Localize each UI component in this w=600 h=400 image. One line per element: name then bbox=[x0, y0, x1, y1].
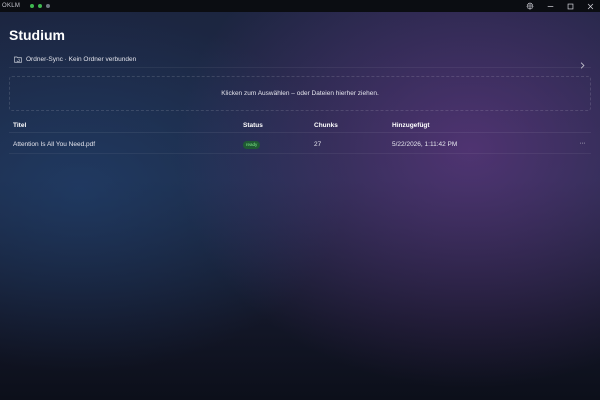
status-cell: ready bbox=[243, 141, 261, 149]
close-icon bbox=[587, 3, 593, 9]
minimize-button[interactable] bbox=[540, 0, 560, 12]
folder-sync-row[interactable]: Ordner-Sync · Kein Ordner verbunden bbox=[9, 52, 591, 69]
minimize-icon bbox=[547, 5, 553, 7]
document-title: Attention Is All You Need.pdf bbox=[13, 141, 96, 148]
maximize-icon bbox=[567, 3, 573, 9]
title-bar: OKLM bbox=[0, 0, 600, 12]
settings-button[interactable] bbox=[520, 0, 540, 12]
table-header: Titel Status Chunks Hinzugefügt bbox=[9, 119, 591, 133]
dropzone-label: Klicken zum Auswählen – oder Dateien hie… bbox=[221, 90, 379, 97]
status-dot-1 bbox=[30, 4, 35, 8]
maximize-button[interactable] bbox=[560, 0, 580, 12]
column-header-added[interactable]: Hinzugefügt bbox=[392, 122, 430, 129]
app-name: OKLM bbox=[2, 3, 21, 9]
status-dot-3 bbox=[46, 4, 51, 8]
table-row[interactable]: Attention Is All You Need.pdf ready 27 5… bbox=[9, 137, 591, 154]
chevron-right-icon bbox=[580, 56, 585, 74]
file-dropzone[interactable]: Klicken zum Auswählen – oder Dateien hie… bbox=[9, 76, 591, 111]
column-header-chunks[interactable]: Chunks bbox=[314, 122, 338, 129]
window-status-dots bbox=[30, 4, 51, 8]
window-controls bbox=[520, 0, 600, 12]
more-icon[interactable]: ··· bbox=[580, 140, 586, 147]
status-dot-2 bbox=[38, 4, 43, 8]
folder-sync-label: Ordner-Sync · Kein Ordner verbunden bbox=[26, 56, 137, 63]
column-header-title[interactable]: Titel bbox=[13, 122, 26, 129]
column-header-status[interactable]: Status bbox=[243, 122, 263, 129]
chunks-count: 27 bbox=[314, 141, 322, 148]
status-badge: ready bbox=[243, 141, 261, 149]
settings-icon bbox=[526, 2, 534, 10]
close-button[interactable] bbox=[580, 0, 600, 12]
page-title: Studium bbox=[9, 27, 65, 43]
folder-sync-icon bbox=[14, 56, 22, 63]
added-timestamp: 5/22/2026, 1:11:42 PM bbox=[392, 141, 458, 148]
